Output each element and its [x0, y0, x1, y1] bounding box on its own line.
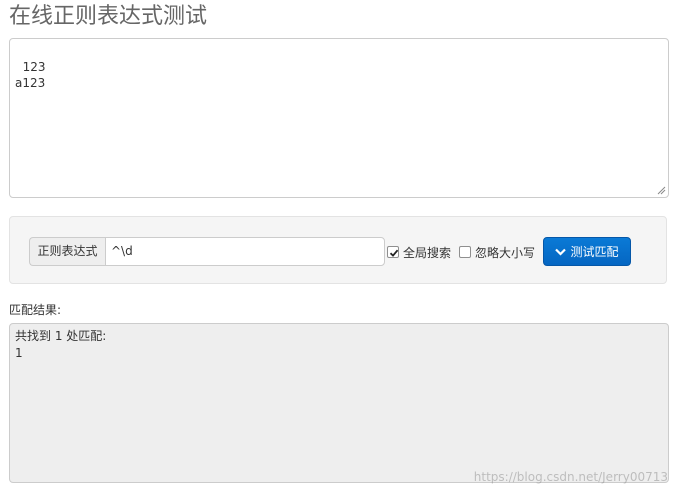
watermark: https://blog.csdn.net/Jerry00713: [473, 470, 668, 484]
global-search-label: 全局搜索: [403, 245, 452, 260]
regex-input-group: 正则表达式 ^\d: [29, 237, 385, 266]
chevron-down-icon: [555, 248, 567, 256]
ignore-case-label: 忽略大小写: [475, 245, 536, 260]
regex-label: 正则表达式: [29, 237, 105, 266]
ignore-case-checkbox[interactable]: [459, 246, 471, 258]
result-label: 匹配结果:: [9, 303, 62, 317]
global-search-checkbox[interactable]: [387, 246, 399, 258]
regex-input[interactable]: ^\d: [105, 237, 385, 266]
test-match-button[interactable]: 测试匹配: [543, 237, 631, 266]
result-output: 共找到 1 处匹配: 1: [9, 323, 669, 483]
page-title: 在线正则表达式测试: [9, 4, 208, 29]
test-match-button-label: 测试匹配: [570, 245, 619, 259]
source-text-content: 123 a123: [15, 60, 46, 90]
checkmark-icon: [389, 249, 399, 257]
ignore-case-option[interactable]: 忽略大小写: [459, 244, 535, 260]
control-panel: 正则表达式 ^\d 全局搜索 忽略大小写 测试匹配: [9, 216, 667, 284]
source-textarea[interactable]: 123 a123: [9, 38, 669, 198]
global-search-option[interactable]: 全局搜索: [387, 244, 451, 260]
resize-grip-icon[interactable]: [657, 186, 666, 195]
